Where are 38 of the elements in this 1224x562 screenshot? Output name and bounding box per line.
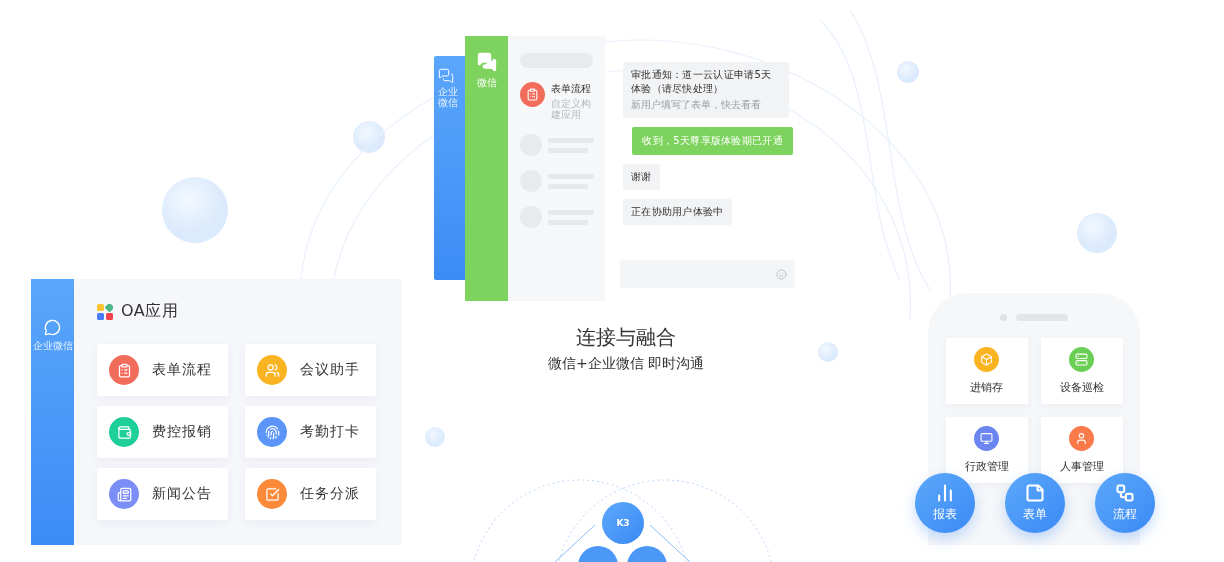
note-icon	[1025, 483, 1045, 503]
flowchart-icon	[1115, 483, 1135, 503]
decorative-circle	[897, 61, 919, 83]
chat-title[interactable]: 表单流程	[551, 82, 593, 96]
message-bubble: 收到，5天尊享版体验期已开通	[632, 127, 793, 155]
app-tile[interactable]: 行政管理	[945, 417, 1028, 483]
section-title: 连接与融合	[576, 324, 676, 351]
sidebar-label: 企业微信	[438, 86, 459, 108]
app-tile[interactable]: 人事管理	[1040, 417, 1123, 483]
message-bubble: 正在协助用户体验中	[623, 199, 732, 225]
emoji-icon[interactable]	[776, 268, 787, 280]
message-input[interactable]	[620, 260, 795, 288]
chat-icon	[44, 319, 61, 336]
message-bubble: 谢谢	[623, 164, 660, 190]
sidebar-label: 微信	[476, 76, 497, 90]
grid-logo-icon	[97, 303, 113, 320]
chat-icon	[476, 52, 497, 72]
app-tile[interactable]: 会议助手	[245, 344, 376, 396]
app-tile[interactable]: 进销存	[945, 338, 1028, 404]
app-tile[interactable]: 考勤打卡	[245, 406, 376, 458]
decorative-circle	[818, 342, 838, 362]
message-bubble: 审批通知：道一云认证申请5天体验（请尽快处理） 新用户填写了表单，快去看看	[623, 62, 789, 118]
section-subtitle: 微信+企业微信 即时沟通	[547, 355, 705, 373]
app-tile[interactable]: 表单流程	[97, 344, 228, 396]
app-tile[interactable]: 任务分派	[245, 468, 376, 520]
chat-icon	[438, 68, 454, 84]
node-label: K3	[602, 502, 644, 544]
sidebar-label: 企业微信	[32, 340, 73, 351]
message-note: 新用户填写了表单，快去看看	[631, 98, 762, 112]
bar-chart-icon	[935, 483, 955, 503]
decorative-circle	[162, 177, 228, 243]
app-tile[interactable]: 新闻公告	[97, 468, 228, 520]
decorative-circle	[353, 121, 385, 153]
app-tile[interactable]: 设备巡检	[1040, 338, 1123, 404]
decorative-circle	[1077, 213, 1117, 253]
app-tile[interactable]: 费控报销	[97, 406, 228, 458]
panel-title: OA应用	[121, 301, 179, 322]
decorative-circle	[425, 427, 445, 447]
